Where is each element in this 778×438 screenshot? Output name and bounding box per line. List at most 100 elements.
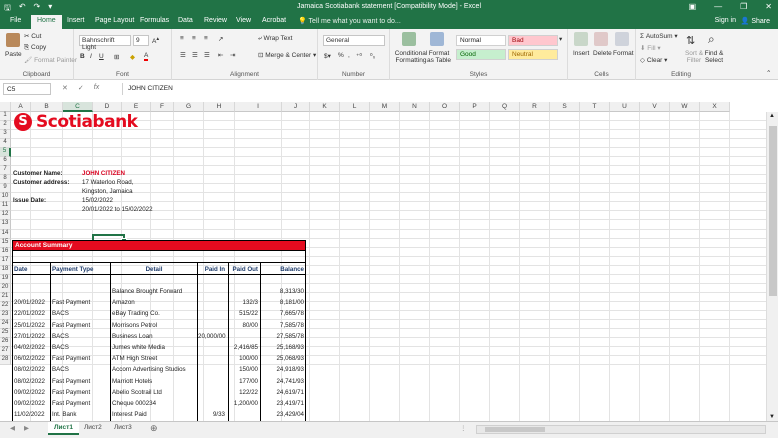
percent-icon[interactable]: % — [338, 52, 344, 59]
row-header-2[interactable]: 2 — [0, 121, 11, 131]
tab-data[interactable]: Data — [178, 17, 193, 24]
style-bad[interactable]: Bad — [508, 35, 558, 46]
column-header-d[interactable]: D — [93, 102, 122, 112]
wrap-text-button[interactable]: ⤶ Wrap Text — [258, 35, 292, 43]
merge-center-button[interactable]: ⊡ Merge & Center ▾ — [258, 51, 316, 59]
row-header-3[interactable]: 3 — [0, 130, 11, 140]
format-painter-button[interactable]: 🖌 Format Painter — [24, 56, 77, 64]
ribbon-display-icon[interactable]: ▣ — [689, 2, 697, 11]
decrease-decimal-icon[interactable]: ⁰₀ — [370, 52, 375, 60]
number-format-select[interactable]: General — [323, 35, 385, 46]
insert-function-icon[interactable]: fx — [94, 84, 99, 92]
insert-cells-button[interactable]: Insert — [573, 50, 589, 57]
vertical-scroll-thumb[interactable] — [769, 126, 777, 296]
row-header-1[interactable]: 1 — [0, 112, 11, 122]
column-header-o[interactable]: O — [430, 102, 460, 112]
column-header-f[interactable]: F — [151, 102, 174, 112]
sort-filter-icon[interactable]: ⇅ — [686, 34, 695, 47]
close-button[interactable]: ✕ — [765, 2, 772, 11]
column-header-n[interactable]: N — [400, 102, 430, 112]
scroll-down-icon[interactable]: ▼ — [769, 414, 775, 420]
tell-me-box[interactable]: 💡 Tell me what you want to do... — [298, 17, 401, 25]
borders-icon[interactable]: ⊞ — [114, 53, 119, 61]
insert-cells-icon[interactable] — [574, 32, 588, 46]
delete-cells-button[interactable]: Delete — [593, 50, 612, 57]
tab-page-layout[interactable]: Page Layout — [95, 17, 134, 24]
align-center-icon[interactable]: ☰ — [192, 51, 198, 59]
column-header-a[interactable]: A — [11, 102, 31, 112]
font-color-icon[interactable]: A — [144, 52, 149, 61]
column-header-j[interactable]: J — [282, 102, 310, 112]
sheet-tab-1[interactable]: Лист1 — [48, 422, 79, 435]
conditional-formatting-icon[interactable] — [402, 32, 416, 46]
orientation-icon[interactable]: ↗ — [218, 35, 223, 43]
row-header-4[interactable]: 4 — [0, 139, 11, 149]
grow-font-icon[interactable]: A▴ — [152, 36, 159, 45]
find-select-button[interactable]: Find & Select — [703, 50, 725, 64]
format-table-button[interactable]: Format as Table — [425, 50, 453, 64]
prev-sheet-icon[interactable]: ◀ — [10, 424, 15, 432]
row-header-9[interactable]: 9 — [0, 184, 11, 194]
italic-button[interactable]: I — [90, 53, 92, 60]
sheet-tab-2[interactable]: Лист2 — [78, 422, 108, 435]
clear-button[interactable]: ◇ Clear ▾ — [640, 56, 667, 64]
row-header-28[interactable]: 28 — [0, 356, 11, 366]
row-header-17[interactable]: 17 — [0, 256, 11, 266]
tab-acrobat[interactable]: Acrobat — [262, 17, 286, 24]
row-header-6[interactable]: 6 — [0, 157, 11, 167]
select-all-corner[interactable] — [0, 102, 11, 112]
underline-button[interactable]: U — [99, 53, 104, 60]
column-header-k[interactable]: K — [310, 102, 340, 112]
paste-icon[interactable] — [6, 33, 20, 47]
row-header-24[interactable]: 24 — [0, 319, 11, 329]
tab-formulas[interactable]: Formulas — [140, 17, 169, 24]
share-button[interactable]: 👤 Share — [741, 17, 770, 25]
scroll-up-icon[interactable]: ▲ — [769, 113, 775, 119]
row-header-18[interactable]: 18 — [0, 265, 11, 275]
row-header-5[interactable]: 5 — [0, 148, 11, 158]
format-table-icon[interactable] — [430, 32, 444, 46]
column-header-b[interactable]: B — [31, 102, 63, 112]
conditional-formatting-button[interactable]: Conditional Formatting — [393, 50, 429, 64]
new-sheet-icon[interactable]: ⊕ — [150, 423, 158, 434]
align-middle-icon[interactable]: ≡ — [192, 35, 196, 42]
column-header-s[interactable]: S — [550, 102, 580, 112]
increase-indent-icon[interactable]: ⇥ — [230, 51, 235, 59]
row-header-21[interactable]: 21 — [0, 292, 11, 302]
row-header-7[interactable]: 7 — [0, 166, 11, 176]
tab-insert[interactable]: Insert — [67, 17, 85, 24]
row-header-11[interactable]: 11 — [0, 202, 11, 212]
formula-input[interactable]: JOHN CITIZEN — [122, 83, 774, 95]
fill-color-icon[interactable]: ◆ — [130, 53, 135, 61]
cut-button[interactable]: ✂ Cut — [24, 32, 41, 40]
name-box[interactable]: C5 — [3, 83, 51, 95]
paste-button[interactable]: Paste — [5, 51, 22, 58]
vertical-scrollbar[interactable]: ▲ ▼ — [766, 112, 778, 421]
column-header-v[interactable]: V — [640, 102, 670, 112]
column-header-t[interactable]: T — [580, 102, 610, 112]
style-normal[interactable]: Normal — [456, 35, 506, 46]
horizontal-scrollbar[interactable] — [476, 425, 766, 434]
sign-in-link[interactable]: Sign in — [715, 17, 736, 24]
minimize-button[interactable]: — — [714, 2, 722, 11]
tab-review[interactable]: Review — [204, 17, 227, 24]
copy-button[interactable]: ⎘ Copy — [24, 44, 46, 52]
column-header-m[interactable]: M — [370, 102, 400, 112]
tab-home[interactable]: Home — [31, 15, 62, 29]
fill-button[interactable]: ⬇ Fill ▾ — [640, 44, 661, 52]
format-cells-icon[interactable] — [615, 32, 629, 46]
horizontal-scroll-thumb[interactable] — [485, 427, 545, 432]
row-header-26[interactable]: 26 — [0, 338, 11, 348]
style-good[interactable]: Good — [456, 49, 506, 60]
row-header-27[interactable]: 27 — [0, 347, 11, 357]
restore-button[interactable]: ❐ — [740, 2, 747, 11]
column-header-l[interactable]: L — [340, 102, 370, 112]
column-header-c[interactable]: C — [63, 102, 93, 112]
row-header-25[interactable]: 25 — [0, 328, 11, 338]
row-header-23[interactable]: 23 — [0, 310, 11, 320]
format-cells-button[interactable]: Format — [613, 50, 634, 57]
row-header-8[interactable]: 8 — [0, 175, 11, 185]
row-header-22[interactable]: 22 — [0, 301, 11, 311]
tab-view[interactable]: View — [236, 17, 251, 24]
column-header-i[interactable]: I — [235, 102, 282, 112]
